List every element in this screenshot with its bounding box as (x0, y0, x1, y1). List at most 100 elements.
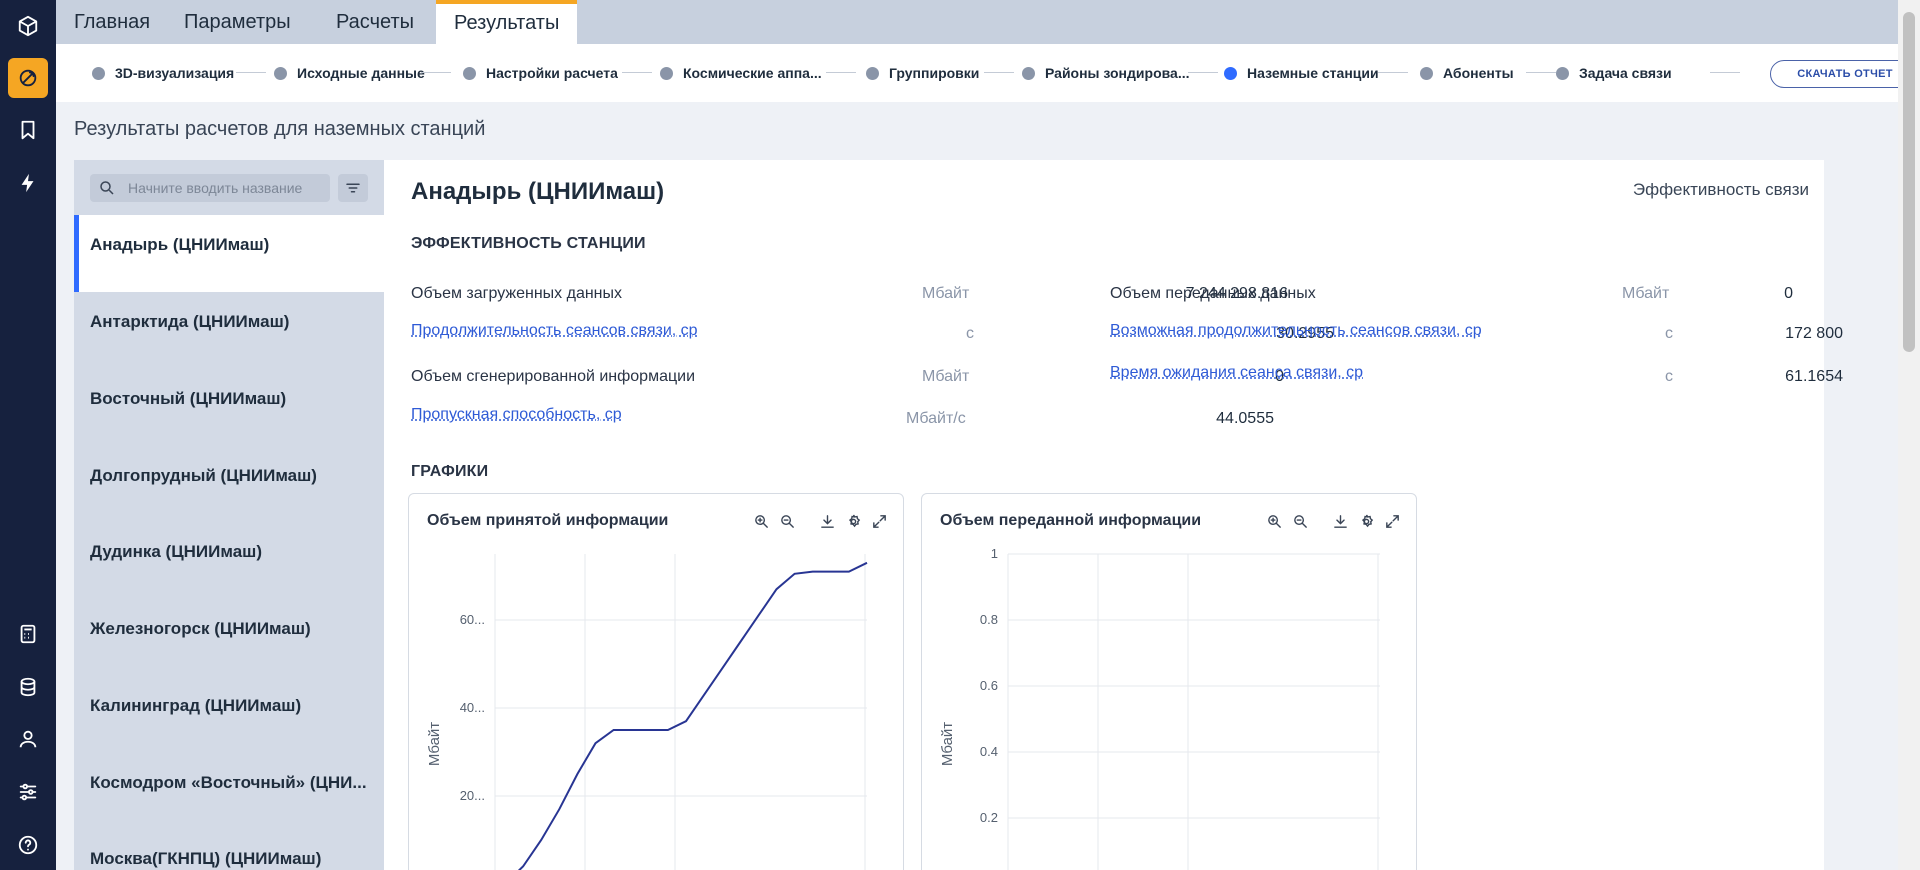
tab-main[interactable]: Главная (56, 0, 168, 44)
station-item-antarctica[interactable]: Антарктида (ЦНИИмаш) (74, 292, 384, 369)
step-dot (866, 66, 879, 80)
step-connector (1188, 72, 1218, 73)
step-communication-task[interactable]: Задача связи (1556, 44, 1672, 102)
step-spacecraft[interactable]: Космические аппа... (660, 44, 822, 102)
metric-label: Объем сгенерированной информации (411, 368, 696, 385)
station-item-dudinka[interactable]: Дудинка (ЦНИИмаш) (74, 522, 384, 599)
step-label: Абоненты (1443, 65, 1514, 81)
step-input-data[interactable]: Исходные данные (274, 44, 425, 102)
step-label: Космические аппа... (683, 65, 822, 81)
metric-value: 44.0555 (1216, 410, 1274, 427)
step-connector (826, 72, 856, 73)
chart-card-transmitted: Объем переданной информации 0.2 0.4 0.6 0.8… (921, 493, 1417, 870)
station-item-dolgoprudny[interactable]: Долгопрудный (ЦНИИмаш) (74, 446, 384, 523)
filter-icon (346, 183, 360, 193)
step-calc-settings[interactable]: Настройки расчета (463, 44, 618, 102)
charts-heading: ГРАФИКИ (411, 463, 489, 480)
metric-link[interactable]: Время ожидания сеанса связи, ср (1110, 364, 1363, 382)
y-tick-label: 60... (460, 612, 485, 627)
step-connector (1526, 72, 1556, 73)
step-dot (660, 66, 673, 80)
satellite-dish-icon[interactable] (8, 58, 48, 98)
step-label: Задача связи (1579, 65, 1672, 81)
search-icon (100, 181, 114, 195)
step-dot (1224, 66, 1237, 80)
step-constellations[interactable]: Группировки (866, 44, 979, 102)
download-icon[interactable] (817, 511, 837, 531)
bookmark-icon[interactable] (8, 110, 48, 150)
sliders-icon[interactable] (8, 772, 48, 812)
step-label: Наземные станции (1247, 65, 1379, 81)
station-item-cosmodrome-vostochny[interactable]: Космодром «Восточный» (ЦНИ... (74, 753, 384, 830)
metric-value: 0 (1784, 285, 1793, 302)
step-connector (984, 72, 1014, 73)
lightning-icon[interactable] (8, 163, 48, 203)
station-item-vostochny[interactable]: Восточный (ЦНИИмаш) (74, 369, 384, 446)
step-label: Исходные данные (297, 65, 425, 81)
step-label: Настройки расчета (486, 65, 618, 81)
workflow-stepper: 3D-визуализация Исходные данные Настройк… (56, 44, 1920, 102)
metric-link[interactable]: Продолжительность сеансов связи, ср (411, 322, 698, 340)
page-title: Результаты расчетов для наземных станций (74, 118, 486, 140)
station-results-panel: Анадырь (ЦНИИмаш) Эффективность связи ЭФ… (384, 160, 1843, 870)
step-subscribers[interactable]: Абоненты (1420, 44, 1514, 102)
metric-unit: с (966, 325, 974, 342)
expand-icon[interactable] (869, 511, 889, 531)
transmitted-info-plot: 0.2 0.4 0.6 0.8 1 Мбайт (939, 546, 1380, 870)
step-connector (1378, 72, 1408, 73)
station-list: Анадырь (ЦНИИмаш) Антарктида (ЦНИИмаш) В… (74, 160, 384, 870)
zoom-out-icon[interactable] (777, 511, 797, 531)
chart-toolbar (745, 511, 889, 531)
database-icon[interactable] (8, 667, 48, 707)
y-tick-label: 0.2 (980, 810, 998, 825)
metric-label: Объем загруженных данных (411, 285, 623, 302)
zoom-in-icon[interactable] (1264, 511, 1284, 531)
metric-unit: Мбайт (922, 368, 970, 385)
calculator-icon[interactable] (8, 614, 48, 654)
station-item-zheleznogorsk[interactable]: Железногорск (ЦНИИмаш) (74, 599, 384, 676)
download-icon[interactable] (1330, 511, 1350, 531)
step-connector (1710, 72, 1740, 73)
station-item-moscow[interactable]: Москва(ГКНПЦ) (ЦНИИмаш) (74, 829, 384, 870)
cube-icon[interactable] (8, 6, 48, 46)
zoom-in-icon[interactable] (751, 511, 771, 531)
settings-gear-icon[interactable] (1356, 511, 1376, 531)
metric-unit: с (1665, 325, 1673, 342)
metric-label: Объем переданных данных (1110, 285, 1316, 302)
station-item-anadyr[interactable]: Анадырь (ЦНИИмаш) (74, 215, 384, 292)
metric-unit: Мбайт/с (906, 410, 966, 427)
station-search-input[interactable] (128, 180, 323, 196)
tab-parameters[interactable]: Параметры (166, 0, 309, 44)
expand-icon[interactable] (1382, 511, 1402, 531)
series-line (517, 561, 868, 870)
filter-button[interactable] (338, 174, 368, 202)
step-sounding-areas[interactable]: Районы зондирова... (1022, 44, 1190, 102)
received-info-plot: 20... 40... 60... Мбайт (426, 554, 868, 870)
chart-title: Объем принятой информации (427, 512, 669, 529)
step-ground-stations[interactable]: Наземные станции (1224, 44, 1379, 102)
settings-gear-icon[interactable] (843, 511, 863, 531)
step-3d-visualization[interactable]: 3D-визуализация (92, 44, 234, 102)
step-dot (274, 66, 287, 80)
metric-link[interactable]: Пропускная способность, ср (411, 406, 622, 424)
tab-calculations[interactable]: Расчеты (318, 0, 432, 44)
scrollbar-thumb[interactable] (1903, 12, 1915, 352)
metric-link[interactable]: Возможная продолжительность сеансов связ… (1110, 322, 1482, 340)
y-tick-label: 0.8 (980, 612, 998, 627)
metric-unit: Мбайт (1622, 285, 1670, 302)
station-item-kaliningrad[interactable]: Калининград (ЦНИИмаш) (74, 676, 384, 753)
step-connector (236, 72, 266, 73)
y-axis-label: Мбайт (426, 722, 443, 766)
step-label: Группировки (889, 65, 980, 81)
step-label: 3D-визуализация (115, 65, 235, 81)
user-icon[interactable] (8, 719, 48, 759)
tab-results[interactable]: Результаты (436, 0, 578, 44)
metric-unit: с (1665, 368, 1673, 385)
communication-efficiency-link[interactable]: Эффективность связи (1633, 180, 1809, 200)
step-dot (92, 66, 105, 80)
help-icon[interactable] (8, 825, 48, 865)
step-dot (1420, 66, 1433, 80)
page-scrollbar[interactable] (1898, 0, 1920, 870)
metric-unit: Мбайт (922, 285, 970, 302)
zoom-out-icon[interactable] (1290, 511, 1310, 531)
